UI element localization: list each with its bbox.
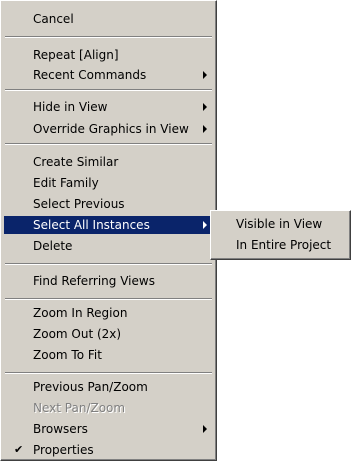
submenu-arrow-icon [203,221,207,229]
submenu-item-label: Visible in View [236,217,323,231]
menu-item-recent-commands[interactable]: Recent Commands [4,66,213,84]
submenu-arrow-icon [203,103,207,111]
menu-item-cancel[interactable]: Cancel [4,10,213,28]
menu-item-label: Browsers [33,422,88,436]
menu-item-find-referring-views[interactable]: Find Referring Views [4,272,213,290]
menu-item-label: Edit Family [33,176,99,190]
submenu-arrow-icon [203,71,207,79]
menu-item-label: Properties [33,443,94,457]
menu-item-label: Next Pan/Zoom [33,401,126,415]
menu-item-label: Select Previous [33,197,125,211]
submenu-arrow-icon [203,425,207,433]
checkmark-icon: ✔ [14,443,24,456]
submenu-item-label: In Entire Project [236,238,332,252]
select-all-instances-submenu: Visible in View In Entire Project [210,210,351,260]
menu-item-browsers[interactable]: Browsers [4,420,213,438]
menu-item-override-graphics[interactable]: Override Graphics in View [4,120,213,138]
menu-separator [5,36,212,38]
menu-separator [5,263,212,265]
menu-item-label: Hide in View [33,100,108,114]
menu-item-label: Zoom Out (2x) [33,327,122,341]
menu-item-label: Recent Commands [33,68,147,82]
menu-item-label: Previous Pan/Zoom [33,380,148,394]
menu-item-label: Zoom To Fit [33,348,102,362]
context-menu: Cancel Repeat [Align] Recent Commands Hi… [0,0,217,461]
menu-item-zoom-in-region[interactable]: Zoom In Region [4,304,213,322]
menu-item-label: Override Graphics in View [33,122,189,136]
menu-separator [5,89,212,91]
menu-item-properties[interactable]: ✔ Properties [4,441,213,459]
menu-item-label: Cancel [33,12,74,26]
submenu-item-in-entire-project[interactable]: In Entire Project [214,236,349,254]
menu-item-next-pan-zoom: Next Pan/Zoom [4,399,213,417]
menu-item-label: Find Referring Views [33,274,155,288]
menu-item-zoom-out[interactable]: Zoom Out (2x) [4,325,213,343]
menu-item-label: Create Similar [33,155,119,169]
menu-item-edit-family[interactable]: Edit Family [4,174,213,192]
menu-separator [5,372,212,374]
menu-item-delete[interactable]: Delete [4,237,213,255]
submenu-arrow-icon [203,125,207,133]
menu-item-label: Zoom In Region [33,306,128,320]
menu-item-select-all-instances[interactable]: Select All Instances [4,216,213,234]
menu-item-zoom-to-fit[interactable]: Zoom To Fit [4,346,213,364]
menu-item-repeat-align[interactable]: Repeat [Align] [4,46,213,64]
menu-item-label: Repeat [Align] [33,48,119,62]
menu-separator [5,143,212,145]
menu-item-label: Select All Instances [33,218,150,232]
submenu-item-visible-in-view[interactable]: Visible in View [214,215,349,233]
menu-item-hide-in-view[interactable]: Hide in View [4,98,213,116]
menu-item-create-similar[interactable]: Create Similar [4,153,213,171]
menu-item-previous-pan-zoom[interactable]: Previous Pan/Zoom [4,378,213,396]
menu-item-label: Delete [33,239,73,253]
menu-item-select-previous[interactable]: Select Previous [4,195,213,213]
menu-separator [5,298,212,300]
